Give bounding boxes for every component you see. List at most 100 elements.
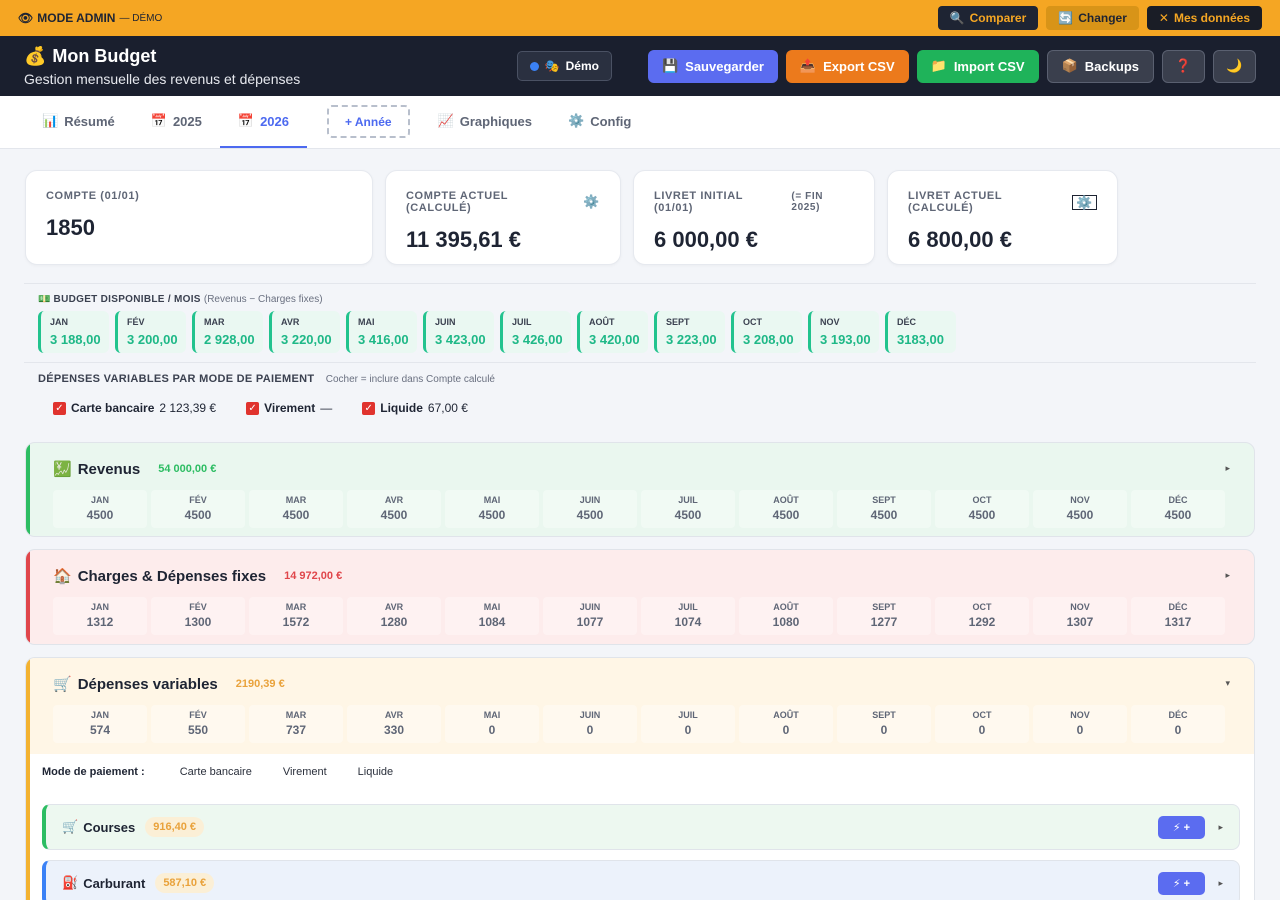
budget-month-tile: SEPT 3 223,00 xyxy=(654,311,725,353)
month-cell[interactable]: SEPT 1277 xyxy=(837,597,931,635)
chevron-right-icon[interactable]: ▸ xyxy=(1218,822,1223,833)
backups-button[interactable]: 📦 Backups xyxy=(1046,49,1154,83)
month-cell[interactable]: FÉV 4500 xyxy=(151,490,245,528)
month-label: OCT xyxy=(972,495,992,505)
month-cell[interactable]: FÉV 1300 xyxy=(151,597,245,635)
month-label: MAR xyxy=(204,317,225,327)
paymode-option-cash[interactable]: Liquide xyxy=(358,766,393,778)
month-cell[interactable]: DÉC 1317 xyxy=(1131,597,1225,635)
paymode-option-transfer[interactable]: Virement xyxy=(283,766,327,778)
budget-month-tile: NOV 3 193,00 xyxy=(808,311,879,353)
chevron-right-icon[interactable]: ▸ xyxy=(1225,570,1230,581)
month-cell[interactable]: AVR 330 xyxy=(347,705,441,743)
check-icon[interactable]: ✓ xyxy=(246,401,260,415)
check-icon[interactable]: ✓ xyxy=(53,401,66,415)
month-cell[interactable]: JUIN 4500 xyxy=(543,490,637,528)
month-cell[interactable]: JUIN 1077 xyxy=(543,597,637,635)
month-label: SEPT xyxy=(872,710,896,720)
month-cell[interactable]: MAI 1084 xyxy=(445,597,539,635)
import-csv-button[interactable]: 📁 Import CSV xyxy=(916,49,1039,83)
month-label: DÉC xyxy=(1168,710,1188,720)
gear-icon: ⚙️ xyxy=(568,113,585,128)
theme-toggle-button[interactable]: 🌙 xyxy=(1213,49,1256,83)
quick-add-button[interactable]: ⚡ + xyxy=(1158,872,1205,895)
month-cell[interactable]: JUIL 1074 xyxy=(641,597,735,635)
month-value: 1300 xyxy=(184,615,212,629)
tab-config[interactable]: ⚙️ Config xyxy=(550,96,649,148)
month-cell[interactable]: MAR 1572 xyxy=(249,597,343,635)
month-cell[interactable]: MAR 737 xyxy=(249,705,343,743)
month-label: JAN xyxy=(90,602,109,612)
month-label: NOV xyxy=(1070,710,1090,720)
month-cell[interactable]: SEPT 4500 xyxy=(837,490,931,528)
tab-charts[interactable]: 📈 Graphiques xyxy=(420,96,550,148)
month-value: 574 xyxy=(89,723,111,737)
chevron-right-icon[interactable]: ▸ xyxy=(1225,463,1230,474)
month-cell[interactable]: MAI 0 xyxy=(445,705,539,743)
month-value: 1280 xyxy=(380,615,408,629)
gear-icon[interactable]: ⚙️ xyxy=(583,194,600,210)
month-cell[interactable]: AOÛT 4500 xyxy=(739,490,833,528)
month-cell[interactable]: JAN 574 xyxy=(53,705,147,743)
add-year-button[interactable]: + Année xyxy=(326,105,410,138)
save-button[interactable]: 💾 Sauvegarder xyxy=(647,49,778,83)
checkbox-cash[interactable]: ✓ Liquide 67,00 € xyxy=(362,401,468,415)
checkbox-card[interactable]: ✓ Carte bancaire 2 123,39 € xyxy=(53,401,216,415)
lightning-icon: ⚡ xyxy=(1172,822,1181,834)
category-groceries[interactable]: 🛒 Courses 916,40 € ⚡ + ▸ xyxy=(42,804,1240,850)
month-label: MAR xyxy=(285,602,307,612)
calendar-icon: 📅 xyxy=(150,113,167,128)
month-cell[interactable]: OCT 0 xyxy=(935,705,1029,743)
month-cell[interactable]: DÉC 4500 xyxy=(1131,490,1225,528)
my-data-button[interactable]: ✕ Mes données xyxy=(1146,6,1262,30)
check-icon[interactable]: ✓ xyxy=(362,401,376,415)
variable-expenses-title[interactable]: 🛒 Dépenses variables 2190,39 € xyxy=(53,675,1232,694)
month-cell[interactable]: DÉC 0 xyxy=(1131,705,1225,743)
month-cell[interactable]: SEPT 0 xyxy=(837,705,931,743)
export-csv-button[interactable]: 📤 Export CSV xyxy=(785,49,909,83)
fixed-charges-panel[interactable]: 🏠 Charges & Dépenses fixes 14 972,00 € ▸… xyxy=(25,549,1255,645)
savings-current-value: 6 800,00 € xyxy=(908,227,1012,252)
close-icon: ✕ xyxy=(1158,11,1169,25)
tab-summary[interactable]: 📊 Résumé xyxy=(24,96,133,148)
month-cell[interactable]: FÉV 550 xyxy=(151,705,245,743)
calendar-icon: 📅 xyxy=(237,113,255,128)
month-cell[interactable]: JUIL 4500 xyxy=(641,490,735,528)
help-button[interactable]: ❓ xyxy=(1162,49,1205,83)
tab-2025[interactable]: 📅 2025 xyxy=(133,96,220,148)
gear-icon[interactable]: ⚙️ xyxy=(1072,194,1097,210)
month-cell[interactable]: AVR 4500 xyxy=(347,490,441,528)
search-icon: 🔍 xyxy=(949,11,965,25)
month-cell[interactable]: JUIN 0 xyxy=(543,705,637,743)
month-cell[interactable]: NOV 0 xyxy=(1033,705,1127,743)
month-cell[interactable]: OCT 4500 xyxy=(935,490,1029,528)
checkbox-transfer[interactable]: ✓ Virement — xyxy=(246,401,332,415)
month-cell[interactable]: NOV 4500 xyxy=(1033,490,1127,528)
month-cell[interactable]: JAN 1312 xyxy=(53,597,147,635)
month-value: 2 928,00 xyxy=(204,332,255,347)
paymode-option-card[interactable]: Carte bancaire xyxy=(180,766,252,778)
chevron-right-icon[interactable]: ▸ xyxy=(1218,878,1223,889)
month-cell[interactable]: OCT 1292 xyxy=(935,597,1029,635)
month-cell[interactable]: MAR 4500 xyxy=(249,490,343,528)
account-start-value[interactable]: 1850 xyxy=(46,215,352,241)
month-cell[interactable]: NOV 1307 xyxy=(1033,597,1127,635)
month-cell[interactable]: JAN 4500 xyxy=(53,490,147,528)
quick-add-button[interactable]: ⚡ + xyxy=(1158,816,1205,839)
month-cell[interactable]: JUIL 0 xyxy=(641,705,735,743)
month-cell[interactable]: AVR 1280 xyxy=(347,597,441,635)
compare-button[interactable]: 🔍 Comparer xyxy=(937,6,1039,30)
month-cell[interactable]: AOÛT 1080 xyxy=(739,597,833,635)
budget-month-tile: JAN 3 188,00 xyxy=(38,311,109,353)
month-value: 1077 xyxy=(576,615,604,629)
demo-toggle[interactable]: 🎭 Démo xyxy=(516,51,612,81)
tab-2026[interactable]: 📅 2026 xyxy=(219,96,307,148)
category-fuel[interactable]: ⛽ Carburant 587,10 € ⚡ + ▸ xyxy=(42,860,1240,900)
chevron-down-icon[interactable]: ▾ xyxy=(1225,678,1230,689)
month-label: JUIN xyxy=(435,317,456,327)
month-value: 3 220,00 xyxy=(281,332,332,347)
month-cell[interactable]: MAI 4500 xyxy=(445,490,539,528)
switch-button[interactable]: 🔄 Changer xyxy=(1046,6,1139,30)
revenue-panel[interactable]: 💹 Revenus 54 000,00 € ▸ JAN 4500 FÉV 4500 MA… xyxy=(25,442,1255,537)
month-cell[interactable]: AOÛT 0 xyxy=(739,705,833,743)
